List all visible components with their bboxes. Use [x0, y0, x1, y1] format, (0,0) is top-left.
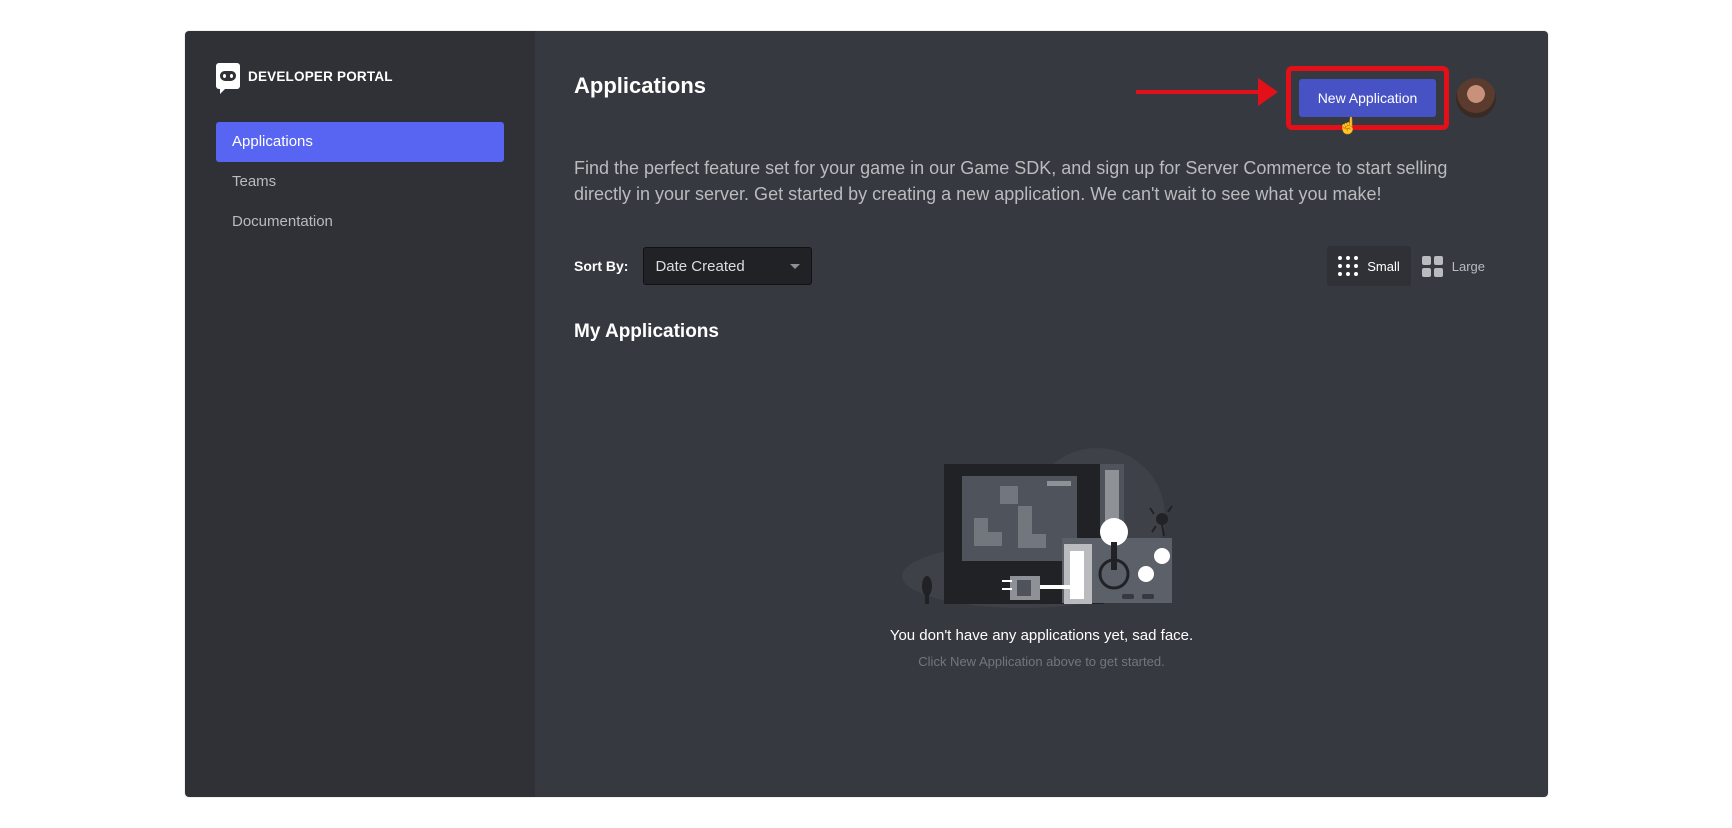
view-toggle: Small Large	[1327, 246, 1496, 286]
chevron-down-icon	[790, 263, 801, 269]
view-large-button[interactable]: Large	[1411, 246, 1496, 286]
sort-selected-value: Date Created	[655, 257, 745, 275]
my-applications-title: My Applications	[574, 321, 719, 342]
hand-pointer-icon: ☝	[1338, 118, 1358, 135]
page-title: Applications	[574, 73, 707, 98]
avatar[interactable]	[1456, 78, 1496, 118]
view-small-button[interactable]: Small	[1327, 246, 1411, 286]
annotation-arrow-icon	[1136, 78, 1278, 106]
header-actions: New Application ☝	[1136, 66, 1496, 135]
view-small-label: Small	[1367, 258, 1400, 274]
new-application-label: New Application	[1317, 90, 1418, 106]
main-content: Applications New Application ☝ Find the …	[535, 31, 1548, 797]
sort-label: Sort By:	[574, 258, 629, 274]
sort-select[interactable]: Date Created	[643, 247, 813, 285]
grid-large-icon	[1421, 255, 1443, 277]
sort-row: Sort By: Date Created	[574, 247, 813, 285]
sidebar: DEVELOPER PORTAL Applications Teams Docu…	[185, 31, 535, 797]
brand-title: DEVELOPER PORTAL	[248, 68, 393, 84]
empty-state: You don't have any applications yet, sad…	[535, 446, 1548, 669]
page-description: Find the perfect feature set for your ga…	[574, 158, 1448, 204]
grid-small-icon	[1338, 256, 1359, 276]
annotation-highlight-box: New Application ☝	[1286, 66, 1449, 135]
sidebar-item-applications[interactable]: Applications	[216, 122, 504, 162]
sidebar-item-documentation[interactable]: Documentation	[216, 202, 504, 242]
discord-logo-icon	[216, 63, 240, 94]
new-application-button[interactable]: New Application ☝	[1299, 79, 1436, 135]
brand[interactable]: DEVELOPER PORTAL	[216, 61, 504, 94]
empty-state-illustration	[901, 448, 1173, 608]
empty-state-title: You don't have any applications yet, sad…	[889, 627, 1194, 644]
view-large-label: Large	[1451, 258, 1485, 274]
developer-portal-window: DEVELOPER PORTAL Applications Teams Docu…	[185, 31, 1548, 797]
empty-state-subtitle: Click New Application above to get start…	[918, 654, 1165, 669]
sidebar-item-teams[interactable]: Teams	[216, 162, 504, 202]
